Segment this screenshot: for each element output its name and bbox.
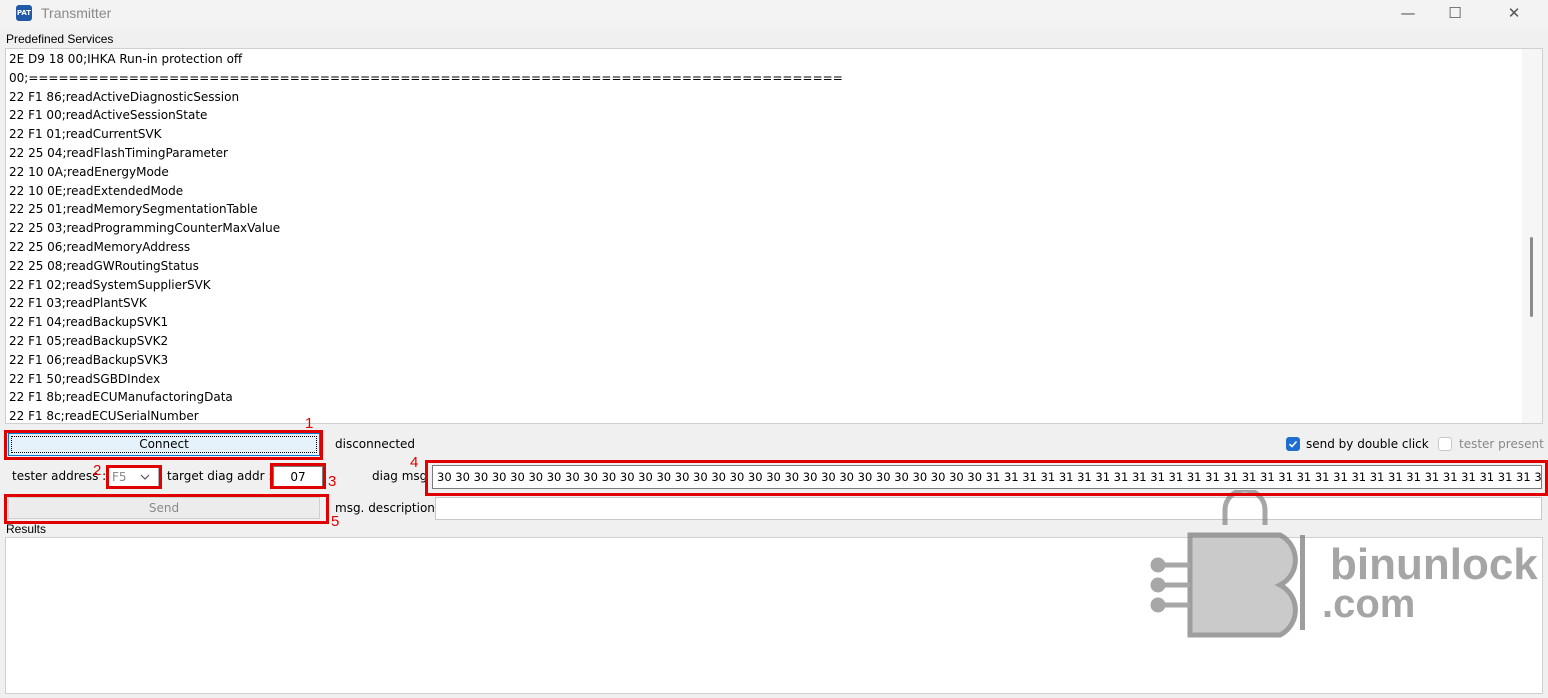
app-icon: PAT (16, 5, 32, 21)
title-bar: PAT Transmitter — ☐ ✕ (0, 0, 1548, 28)
focus-rect (11, 436, 317, 453)
predefined-services-list[interactable]: 2E D9 18 00;IHKA Run-in protection off 00… (5, 48, 1543, 424)
list-item[interactable]: 22 F1 06;readBackupSVK3 (9, 351, 168, 369)
list-item[interactable]: 22 25 04;readFlashTimingParameter (9, 144, 228, 162)
connect-button[interactable]: Connect (8, 433, 320, 456)
diag-msg-field[interactable]: 30 30 30 30 30 30 30 30 30 30 30 30 30 3… (432, 465, 1542, 489)
target-diag-addr-field[interactable]: 07 (273, 466, 323, 488)
list-item[interactable]: 22 F1 86;readActiveDiagnosticSession (9, 88, 239, 106)
list-item[interactable]: 00;=====================================… (9, 69, 843, 87)
predefined-services-label: Predefined Services (6, 32, 114, 46)
close-button[interactable]: ✕ (1491, 0, 1537, 28)
list-item[interactable]: 22 F1 50;readSGBDIndex (9, 370, 160, 388)
minimize-button[interactable]: — (1385, 0, 1431, 28)
checkmark-icon (1288, 440, 1298, 448)
results-label: Results (6, 522, 47, 536)
annotation-number-5: 5 (331, 513, 340, 530)
annotation-number-4: 4 (410, 454, 419, 471)
list-item[interactable]: 22 F1 05;readBackupSVK2 (9, 332, 168, 350)
target-diag-addr-label: target diag addr : (167, 469, 273, 483)
list-item[interactable]: 22 F1 00;readActiveSessionState (9, 106, 207, 124)
list-item[interactable]: 22 F1 01;readCurrentSVK (9, 125, 162, 143)
watermark-text-2: .com (1322, 582, 1416, 626)
tester-present-label: tester present (1459, 437, 1544, 451)
list-item[interactable]: 22 F1 8b;readECUManufactoringData (9, 388, 233, 406)
list-item[interactable]: 22 F1 02;readSystemSupplierSVK (9, 276, 211, 294)
list-item[interactable]: 22 10 0A;readEnergyMode (9, 163, 169, 181)
list-item[interactable]: 22 25 03;readProgrammingCounterMaxValue (9, 219, 280, 237)
annotation-number-1: 1 (305, 415, 314, 432)
maximize-button[interactable]: ☐ (1432, 0, 1478, 28)
annotation-number-3: 3 (328, 473, 337, 490)
tester-address-select[interactable]: F5 (107, 466, 159, 488)
send-by-double-click-label: send by double click (1306, 437, 1429, 451)
list-item[interactable]: 22 25 01;readMemorySegmentationTable (9, 200, 258, 218)
list-item[interactable]: 22 10 0E;readExtendedMode (9, 182, 183, 200)
chevron-down-icon (140, 474, 150, 480)
msg-description-label: msg. description (335, 501, 435, 515)
tester-address-value: F5 (112, 470, 127, 484)
tester-present-checkbox[interactable] (1438, 437, 1452, 451)
connection-status: disconnected (335, 437, 416, 451)
list-item[interactable]: 22 F1 04;readBackupSVK1 (9, 313, 168, 331)
send-by-double-click-checkbox[interactable] (1286, 437, 1300, 451)
send-button[interactable]: Send (8, 497, 320, 519)
diag-msg-label: diag msg (372, 469, 428, 483)
list-item[interactable]: 2E D9 18 00;IHKA Run-in protection off (9, 50, 242, 68)
list-item[interactable]: 22 F1 8c;readECUSerialNumber (9, 407, 199, 423)
annotation-number-2: 2 (93, 462, 102, 479)
list-item[interactable]: 22 25 06;readMemoryAddress (9, 238, 190, 256)
list-item[interactable]: 22 25 08;readGWRoutingStatus (9, 257, 199, 275)
list-item[interactable]: 22 F1 03;readPlantSVK (9, 294, 147, 312)
window-title: Transmitter (41, 5, 112, 21)
scrollbar-thumb[interactable] (1530, 237, 1533, 317)
list-scrollbar[interactable] (1522, 49, 1542, 423)
